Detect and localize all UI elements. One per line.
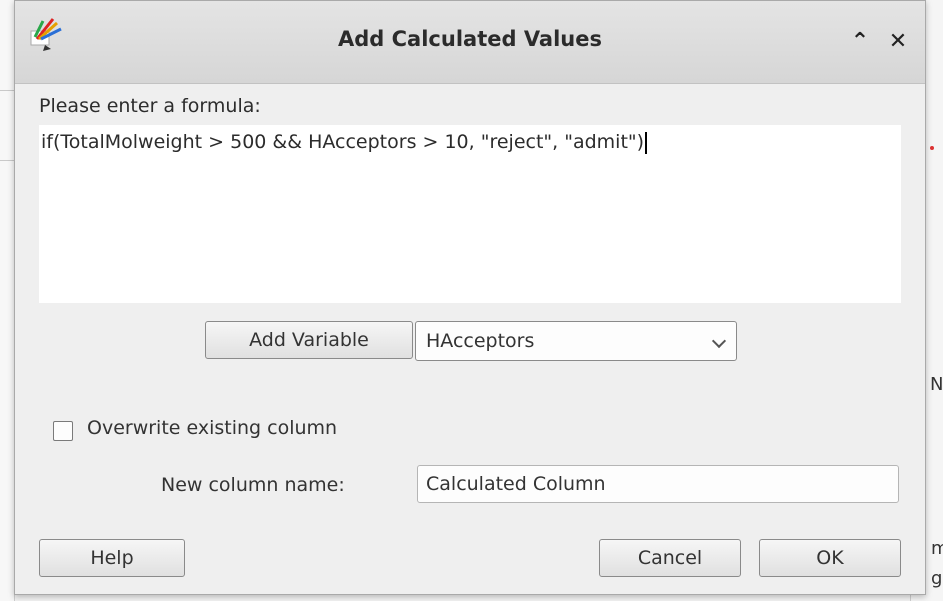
background-text-fragment: g [931,568,943,589]
help-button[interactable]: Help [39,539,185,577]
background-plot-marker [930,146,934,150]
background-divider [0,160,14,161]
variable-select[interactable]: HAcceptors [415,321,737,361]
variable-select-value: HAcceptors [426,330,535,352]
dialog-title: Add Calculated Values [338,27,602,51]
close-icon[interactable]: ✕ [885,29,911,55]
background-divider [0,90,14,91]
dialog-titlebar[interactable]: Add Calculated Values ⌃ ✕ [15,1,925,84]
new-column-name-input[interactable]: Calculated Column [417,465,899,503]
chevron-up-icon[interactable]: ⌃ [847,29,873,55]
formula-text: if(TotalMolweight > 500 && HAcceptors > … [41,131,645,153]
overwrite-column-checkbox[interactable] [53,421,73,441]
new-column-name-label: New column name: [161,474,345,496]
background-text-fragment: m [931,538,943,559]
add-calculated-values-dialog: Add Calculated Values ⌃ ✕ Please enter a… [14,0,926,595]
cancel-button[interactable]: Cancel [599,539,741,577]
formula-prompt-label: Please enter a formula: [39,95,261,117]
chevron-down-icon [711,333,727,349]
ok-button[interactable]: OK [759,539,901,577]
add-variable-button[interactable]: Add Variable [205,321,413,359]
formula-text-area[interactable]: if(TotalMolweight > 500 && HAcceptors > … [39,125,901,303]
overwrite-column-label[interactable]: Overwrite existing column [87,417,337,439]
background-text-fragment: N [930,374,943,395]
text-caret [645,131,648,154]
